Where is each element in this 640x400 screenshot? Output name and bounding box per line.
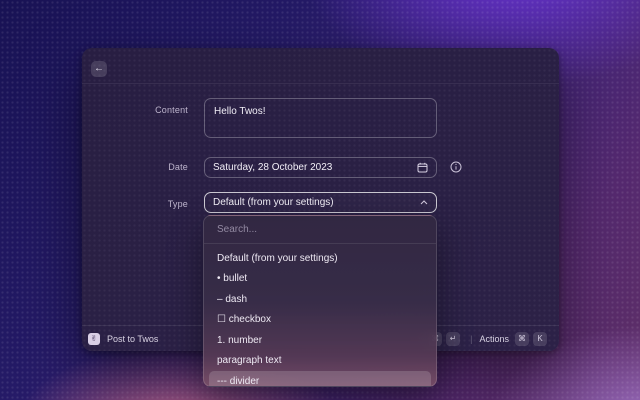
actions-label[interactable]: Actions <box>479 334 509 344</box>
chevron-up-icon <box>420 200 428 205</box>
date-value: Saturday, 28 October 2023 <box>213 162 411 173</box>
type-selected-value: Default (from your settings) <box>213 197 420 208</box>
info-icon[interactable] <box>450 161 462 173</box>
content-label: Content <box>82 105 188 115</box>
option-bullet[interactable]: • bullet <box>204 269 436 290</box>
k-key-badge: K <box>533 332 547 346</box>
type-label: Type <box>82 199 188 209</box>
date-input[interactable]: Saturday, 28 October 2023 <box>204 157 437 178</box>
option-paragraph[interactable]: paragraph text <box>204 351 436 372</box>
option-checkbox[interactable]: ☐ checkbox <box>204 310 436 331</box>
enter-key-badge: ↵ <box>446 332 460 346</box>
type-select[interactable]: Default (from your settings) <box>204 192 437 213</box>
twos-logo-icon: ✌ <box>88 333 100 345</box>
header-divider <box>82 83 559 84</box>
date-label: Date <box>82 162 188 172</box>
option-number[interactable]: 1. number <box>204 330 436 351</box>
type-dropdown-menu: Default (from your settings) • bullet – … <box>203 215 437 387</box>
option-default[interactable]: Default (from your settings) <box>204 248 436 269</box>
back-button[interactable]: ← <box>91 61 107 77</box>
dropdown-search-row <box>204 216 436 244</box>
cmd-key-badge: ⌘ <box>515 332 529 346</box>
footer-separator: | <box>470 334 472 344</box>
content-input[interactable] <box>204 98 437 138</box>
calendar-icon[interactable] <box>417 162 428 173</box>
option-divider[interactable]: --- divider <box>209 371 431 387</box>
back-arrow-icon: ← <box>94 63 104 74</box>
dropdown-options: Default (from your settings) • bullet – … <box>204 244 436 387</box>
post-to-twos-button[interactable]: Post to Twos <box>107 334 158 344</box>
option-dash[interactable]: – dash <box>204 289 436 310</box>
dropdown-search-input[interactable] <box>217 224 423 235</box>
